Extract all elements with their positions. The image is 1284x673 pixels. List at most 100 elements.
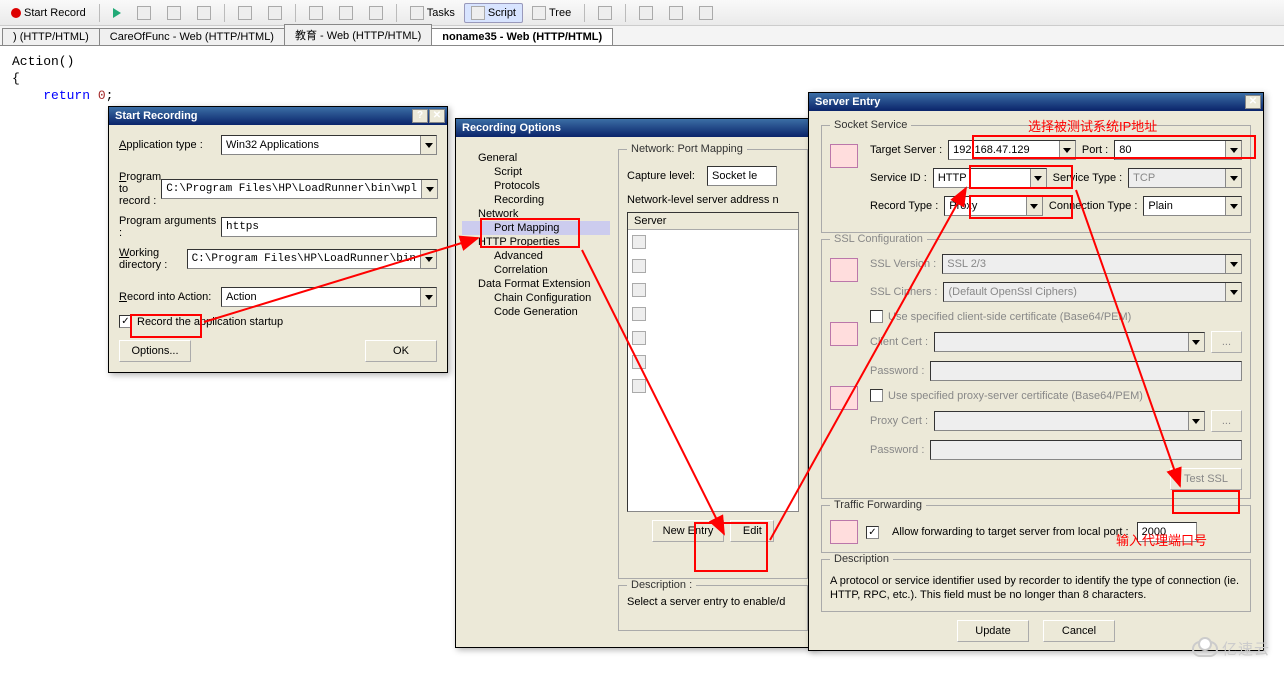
ssl-config-title: SSL Configuration — [830, 233, 927, 245]
misc-button-2[interactable] — [662, 3, 690, 23]
compile-button[interactable] — [231, 3, 259, 23]
chevron-down-icon — [1230, 148, 1238, 153]
id-icon — [830, 144, 858, 168]
record-into-combo[interactable]: Action — [221, 287, 437, 307]
chevron-down-icon — [425, 143, 433, 148]
service-type-combo: TCP — [1128, 168, 1242, 188]
tree-item-chain[interactable]: Chain Configuration — [462, 291, 610, 305]
close-button[interactable]: ✕ — [429, 109, 445, 123]
pause-icon — [167, 6, 181, 20]
list-icon — [632, 283, 646, 297]
tree-item-http[interactable]: HTTP Properties — [462, 235, 610, 249]
new-entry-button[interactable]: New Entry — [652, 520, 725, 542]
socket-service-title: Socket Service — [830, 119, 911, 131]
server-entry-dialog: Server Entry ✕ Socket Service Target Ser… — [808, 92, 1264, 651]
tree-item-correlation[interactable]: Correlation — [462, 263, 610, 277]
combo-dropdown-button[interactable] — [420, 288, 436, 306]
tasks-button[interactable]: Tasks — [403, 3, 462, 23]
combo-dropdown-button[interactable] — [1026, 197, 1042, 215]
service-id-label: Service ID : — [870, 172, 927, 184]
update-button[interactable]: Update — [957, 620, 1029, 642]
pause-button[interactable] — [160, 3, 188, 23]
cancel-button[interactable]: Cancel — [1043, 620, 1115, 642]
combo-dropdown-button[interactable] — [1225, 197, 1241, 215]
script-button[interactable]: Script — [464, 3, 523, 23]
description-title: Description — [830, 553, 893, 565]
tree-item-script[interactable]: Script — [462, 165, 610, 179]
dialog-title: Server Entry — [815, 96, 1245, 108]
ssl-ciphers-combo: (Default OpenSsl Ciphers) — [943, 282, 1242, 302]
desc-label: Description : — [627, 579, 696, 591]
chevron-down-icon — [426, 187, 434, 192]
document-tab-bar: ) (HTTP/HTML) CareOfFunc - Web (HTTP/HTM… — [0, 26, 1284, 46]
conn-type-combo[interactable]: Plain — [1143, 196, 1242, 216]
dialog-titlebar[interactable]: Start Recording ? ✕ — [109, 107, 447, 125]
program-combo[interactable]: C:\Program Files\HP\LoadRunner\bin\wpl — [161, 179, 438, 199]
workdir-combo[interactable]: C:\Program Files\HP\LoadRunner\bin — [187, 249, 437, 269]
doc-tab[interactable]: CareOfFunc - Web (HTTP/HTML) — [99, 28, 285, 45]
client-cert-chk-label: Use specified client-side certificate (B… — [888, 311, 1131, 323]
list-icon — [632, 235, 646, 249]
code-line: Action() — [12, 54, 1272, 71]
misc-button-3[interactable] — [692, 3, 720, 23]
args-label: Program arguments : — [119, 215, 221, 239]
tree-item-advanced[interactable]: Advanced — [462, 249, 610, 263]
chevron-down-icon — [1030, 204, 1038, 209]
layout-button[interactable] — [591, 3, 619, 23]
tree-item-network[interactable]: Network — [462, 207, 610, 221]
target-server-combo[interactable]: 192.168.47.129 — [948, 140, 1076, 160]
record-type-combo[interactable]: Proxy — [944, 196, 1043, 216]
combo-dropdown-button[interactable] — [421, 180, 437, 198]
doc-tab[interactable]: ) (HTTP/HTML) — [2, 28, 100, 45]
download-button[interactable] — [190, 3, 218, 23]
client-pw-label: Password : — [870, 365, 924, 377]
combo-dropdown-button[interactable] — [1059, 141, 1075, 159]
play-button[interactable] — [106, 3, 128, 23]
misc-button-1[interactable] — [632, 3, 660, 23]
tasks-label: Tasks — [427, 7, 455, 19]
record-into-label: Record into Action: — [119, 291, 221, 303]
combo-dropdown-button[interactable] — [420, 136, 436, 154]
start-recording-dialog: Start Recording ? ✕ Application type : W… — [108, 106, 448, 373]
server-list[interactable]: Server — [627, 212, 799, 512]
capture-level-combo[interactable]: Socket le — [707, 166, 777, 186]
combo-dropdown-button[interactable] — [1225, 141, 1241, 159]
doc-tab-active[interactable]: noname35 - Web (HTTP/HTML) — [431, 28, 613, 45]
dialog-titlebar[interactable]: Recording Options — [456, 119, 814, 137]
tasks-icon — [410, 6, 424, 20]
start-record-button[interactable]: Start Record — [4, 3, 93, 23]
tree-item-codegen[interactable]: Code Generation — [462, 305, 610, 319]
ssl-ciphers-label: SSL Ciphers : — [870, 286, 937, 298]
service-id-combo[interactable]: HTTP — [933, 168, 1047, 188]
edit-button[interactable]: Edit — [730, 520, 774, 542]
close-button[interactable]: ✕ — [1245, 95, 1261, 109]
tree-item-port-mapping[interactable]: Port Mapping — [462, 221, 610, 235]
doc-tab[interactable]: 教育 - Web (HTTP/HTML) — [284, 24, 432, 45]
brush-button[interactable] — [362, 3, 390, 23]
dialog-titlebar[interactable]: Server Entry ✕ — [809, 93, 1263, 111]
client-cert-label: Client Cert : — [870, 336, 928, 348]
ok-button[interactable]: OK — [365, 340, 437, 362]
options-button[interactable]: Options... — [119, 340, 191, 362]
port-combo[interactable]: 80 — [1114, 140, 1242, 160]
forward-icon — [830, 520, 858, 544]
tree-item-dfe[interactable]: Data Format Extension — [462, 277, 610, 291]
record-startup-checkbox[interactable] — [119, 315, 132, 328]
bookmark-button[interactable] — [302, 3, 330, 23]
combo-dropdown-button[interactable] — [1030, 169, 1046, 187]
tree-item-protocols[interactable]: Protocols — [462, 179, 610, 193]
allow-forward-checkbox[interactable] — [866, 526, 879, 539]
service-type-label: Service Type : — [1053, 172, 1123, 184]
brush-icon — [369, 6, 383, 20]
combo-dropdown-button[interactable] — [420, 250, 436, 268]
args-input[interactable] — [221, 217, 437, 237]
tree-item-recording[interactable]: Recording — [462, 193, 610, 207]
tree-button[interactable]: Tree — [525, 3, 578, 23]
comment-button[interactable] — [332, 3, 360, 23]
tree-item-general[interactable]: General — [462, 151, 610, 165]
tools-button[interactable] — [261, 3, 289, 23]
step-button[interactable] — [130, 3, 158, 23]
app-type-combo[interactable]: Win32 Applications — [221, 135, 437, 155]
test-ssl-button: Test SSL — [1170, 468, 1242, 490]
help-button[interactable]: ? — [412, 109, 428, 123]
